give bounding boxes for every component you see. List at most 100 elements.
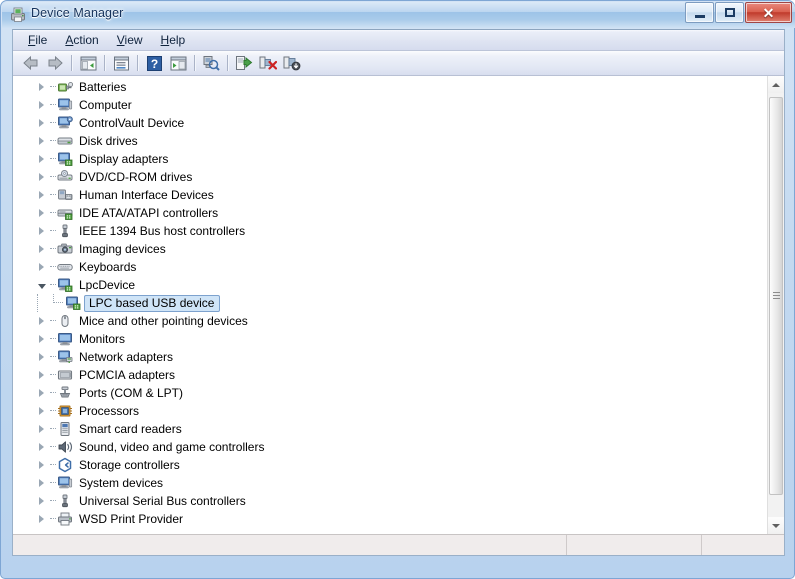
device-tree-pane[interactable]: Batteries Computer ControlVault Device Disk…: [13, 76, 784, 534]
sound-icon: [57, 439, 73, 455]
scan-for-hardware-changes-icon: [203, 56, 220, 71]
tree-row[interactable]: Storage controllers: [13, 456, 753, 474]
expand-toggle[interactable]: [33, 114, 49, 132]
tree-row[interactable]: Smart card readers: [13, 420, 753, 438]
expand-toggle[interactable]: [33, 78, 49, 96]
chevron-right-icon: [38, 119, 44, 127]
tree-row[interactable]: Universal Serial Bus controllers: [13, 492, 753, 510]
tree-row[interactable]: DVD/CD-ROM drives: [13, 168, 753, 186]
menu-help[interactable]: Help: [152, 31, 195, 50]
disable-device-button[interactable]: [281, 53, 303, 74]
tree-row[interactable]: Monitors: [13, 330, 753, 348]
tree-connector: [49, 348, 57, 366]
tree-row[interactable]: LPC based USB device: [13, 294, 753, 312]
tree-row[interactable]: IEEE 1394 Bus host controllers: [13, 222, 753, 240]
maximize-icon: [724, 8, 735, 17]
expand-toggle[interactable]: [33, 150, 49, 168]
tree-connector: [49, 132, 57, 150]
expand-toggle[interactable]: [33, 492, 49, 510]
tree-row-label: Mice and other pointing devices: [79, 314, 248, 328]
expand-toggle[interactable]: [33, 384, 49, 402]
menu-action[interactable]: Action: [56, 31, 107, 50]
tree-row[interactable]: LpcDevice: [13, 276, 753, 294]
chevron-right-icon: [38, 83, 44, 91]
vertical-scrollbar[interactable]: [767, 76, 784, 534]
tree-row[interactable]: PCMCIA adapters: [13, 366, 753, 384]
tree-row[interactable]: Display adapters: [13, 150, 753, 168]
uninstall-device-button[interactable]: [257, 53, 279, 74]
scan-for-hardware-changes-button[interactable]: [200, 53, 222, 74]
expand-toggle[interactable]: [33, 474, 49, 492]
tree-row[interactable]: Ports (COM & LPT): [13, 384, 753, 402]
expand-toggle[interactable]: [33, 222, 49, 240]
tree-row[interactable]: ControlVault Device: [13, 114, 753, 132]
tree-row[interactable]: Imaging devices: [13, 240, 753, 258]
expand-toggle[interactable]: [33, 510, 49, 528]
expand-toggle[interactable]: [33, 420, 49, 438]
help-button[interactable]: ?: [143, 53, 165, 74]
expand-toggle[interactable]: [33, 366, 49, 384]
help-icon: ?: [146, 55, 162, 71]
forward-arrow-icon: [48, 55, 63, 71]
tree-row[interactable]: Keyboards: [13, 258, 753, 276]
tree-row[interactable]: Batteries: [13, 78, 753, 96]
minimize-button[interactable]: [685, 2, 714, 23]
expand-toggle[interactable]: [33, 330, 49, 348]
chevron-right-icon: [38, 497, 44, 505]
monitor-icon: [57, 331, 73, 347]
update-driver-button[interactable]: [233, 53, 255, 74]
forward-button[interactable]: [44, 53, 66, 74]
show-hide-action-pane-button[interactable]: [167, 53, 189, 74]
chevron-right-icon: [38, 515, 44, 523]
menu-file[interactable]: File: [19, 31, 56, 50]
close-button[interactable]: ✕: [745, 2, 792, 23]
expand-toggle[interactable]: [33, 132, 49, 150]
tree-row[interactable]: IDE ATA/ATAPI controllers: [13, 204, 753, 222]
scroll-down-icon: [772, 523, 780, 528]
tree-row[interactable]: Disk drives: [13, 132, 753, 150]
tree-row[interactable]: Mice and other pointing devices: [13, 312, 753, 330]
properties-button[interactable]: [110, 53, 132, 74]
toolbar-separator: [194, 55, 195, 71]
show-hide-console-tree-button[interactable]: [77, 53, 99, 74]
expand-toggle[interactable]: [33, 402, 49, 420]
titlebar[interactable]: Device Manager ✕: [1, 1, 795, 29]
chevron-right-icon: [38, 425, 44, 433]
expand-toggle[interactable]: [33, 240, 49, 258]
expand-toggle[interactable]: [33, 438, 49, 456]
scroll-down-button[interactable]: [768, 517, 784, 534]
maximize-button[interactable]: [715, 2, 744, 23]
tree-row[interactable]: Computer: [13, 96, 753, 114]
back-button[interactable]: [20, 53, 42, 74]
scroll-up-button[interactable]: [768, 76, 784, 93]
client-area: File Action View Help ? Batteries Comput…: [12, 29, 785, 556]
menu-view[interactable]: View: [108, 31, 152, 50]
storage-controller-icon: [57, 457, 73, 473]
uninstall-device-icon: [259, 56, 277, 70]
tree-connector: [49, 330, 57, 348]
tree-connector: [49, 168, 57, 186]
expand-toggle[interactable]: [33, 348, 49, 366]
tree-row-label: PCMCIA adapters: [79, 368, 176, 382]
expand-toggle[interactable]: [33, 204, 49, 222]
expand-toggle[interactable]: [33, 276, 49, 294]
expand-toggle[interactable]: [33, 96, 49, 114]
expand-toggle[interactable]: [33, 258, 49, 276]
expand-toggle[interactable]: [33, 186, 49, 204]
tree-row-label: Display adapters: [79, 152, 169, 166]
scrollbar-thumb[interactable]: [769, 97, 783, 495]
expand-toggle[interactable]: [33, 168, 49, 186]
expand-toggle[interactable]: [33, 312, 49, 330]
tree-row[interactable]: System devices: [13, 474, 753, 492]
tree-row[interactable]: Processors: [13, 402, 753, 420]
tree-connector: [49, 366, 57, 384]
tree-row[interactable]: Sound, video and game controllers: [13, 438, 753, 456]
tree-row[interactable]: Network adapters: [13, 348, 753, 366]
chevron-right-icon: [38, 353, 44, 361]
tree-row-label: Ports (COM & LPT): [79, 386, 184, 400]
tree-row-label: LpcDevice: [79, 278, 136, 292]
expand-toggle[interactable]: [33, 456, 49, 474]
tree-row[interactable]: WSD Print Provider: [13, 510, 753, 528]
tree-row-label: Smart card readers: [79, 422, 182, 436]
tree-row[interactable]: Human Interface Devices: [13, 186, 753, 204]
